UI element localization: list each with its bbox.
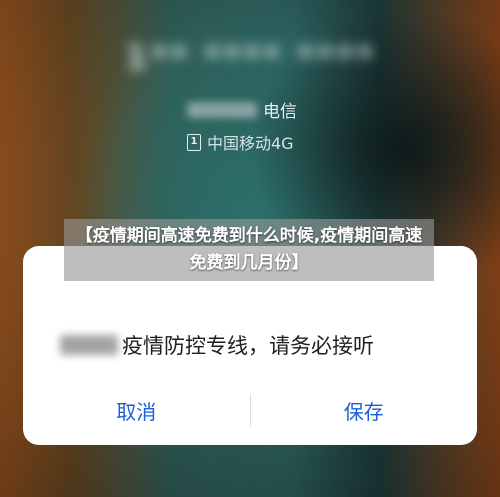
cancel-button[interactable]: 取消 (23, 375, 250, 445)
blurred-district-name (60, 335, 118, 355)
caller-carrier-label: 电信 (263, 102, 297, 122)
dialog-message: 疫情防控专线，请务必接听 (60, 330, 374, 360)
blurred-number-fragment (187, 101, 257, 118)
phone-screen: 1** **** **** 电信 1 中国移动4G 疫情防控专线，请务必接听 取… (0, 0, 500, 497)
save-button[interactable]: 保存 (251, 375, 478, 445)
sim-network-row: 1 中国移动4G (187, 130, 294, 154)
article-title: 【疫情期间高速免费到什么时候,疫情期间高速免费到几月份】 (75, 226, 423, 273)
network-label: 中国移动4G (207, 134, 294, 153)
caller-phone-number: 1** **** **** (124, 38, 376, 78)
sim-slot-number: 1 (190, 136, 198, 147)
dialog-message-text: 疫情防控专线，请务必接听 (122, 334, 374, 358)
dialog-actions: 取消 保存 (23, 375, 477, 445)
caller-carrier-row: 电信 (187, 97, 297, 122)
article-title-banner: 【疫情期间高速免费到什么时候,疫情期间高速免费到几月份】 (64, 219, 434, 281)
sim-card-icon: 1 (187, 133, 201, 151)
